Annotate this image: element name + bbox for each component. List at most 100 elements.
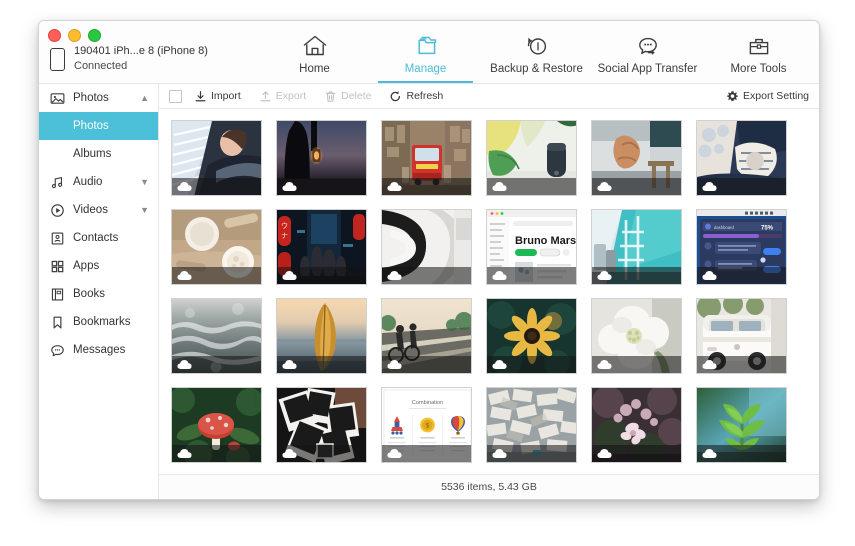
apps-icon bbox=[49, 258, 65, 274]
icloud-cloud-icon bbox=[387, 360, 402, 369]
tab-manage[interactable]: Manage bbox=[370, 27, 481, 83]
select-all-checkbox[interactable] bbox=[169, 89, 182, 103]
photo-thumbnail[interactable]: ウ ナ bbox=[276, 209, 367, 285]
tab-more-tools[interactable]: More Tools bbox=[703, 27, 814, 83]
chevron-down-icon: ▼ bbox=[140, 176, 149, 187]
sidebar-item-messages-label: Messages bbox=[73, 344, 126, 356]
refresh-button[interactable]: Refresh bbox=[389, 90, 443, 103]
photo-thumbnail[interactable] bbox=[381, 298, 472, 374]
svg-text:75%: 75% bbox=[761, 226, 774, 232]
photo-thumbnail[interactable] bbox=[591, 120, 682, 196]
photo-thumbnail[interactable] bbox=[696, 120, 787, 196]
icloud-cloud-icon bbox=[702, 360, 717, 369]
delete-button[interactable]: Delete bbox=[324, 90, 371, 103]
tab-social-app-transfer[interactable]: Social App Transfer bbox=[592, 27, 703, 83]
content-panel: Import Export Delete Refresh Export Sett… bbox=[159, 84, 819, 499]
sidebar-item-apps-label: Apps bbox=[73, 260, 100, 272]
sidebar-item-audio-label: Audio bbox=[73, 176, 103, 188]
photo-thumbnail[interactable] bbox=[276, 298, 367, 374]
photo-thumbnail[interactable] bbox=[381, 120, 472, 196]
photo-thumbnail[interactable] bbox=[276, 387, 367, 463]
trash-icon bbox=[324, 90, 337, 103]
icloud-cloud-icon bbox=[702, 271, 717, 280]
restore-icon bbox=[524, 33, 550, 59]
sidebar-item-photos-label: Photos bbox=[73, 120, 109, 132]
maximize-window-button[interactable] bbox=[88, 29, 101, 42]
photos-icon bbox=[49, 90, 65, 106]
chevron-down-icon: ▼ bbox=[140, 204, 149, 215]
icloud-cloud-icon bbox=[492, 360, 507, 369]
sidebar-item-books[interactable]: Books bbox=[39, 280, 158, 308]
tab-social-app-transfer-label: Social App Transfer bbox=[597, 63, 698, 75]
phone-icon bbox=[50, 47, 65, 71]
photo-thumbnail[interactable] bbox=[171, 209, 262, 285]
photo-thumbnail[interactable]: Combination $ bbox=[381, 387, 472, 463]
tab-backup-restore-label: Backup & Restore bbox=[490, 63, 583, 75]
folder-icon bbox=[413, 33, 439, 59]
application-window: 190401 iPh...e 8 (iPhone 8) Connected Ho… bbox=[38, 20, 820, 500]
photo-thumbnail[interactable] bbox=[591, 387, 682, 463]
photo-thumbnail[interactable] bbox=[696, 387, 787, 463]
contacts-icon bbox=[49, 230, 65, 246]
photo-thumbnail[interactable] bbox=[486, 120, 577, 196]
icloud-cloud-icon bbox=[177, 271, 192, 280]
export-setting-label: Export Setting bbox=[743, 90, 809, 102]
export-button-label: Export bbox=[275, 90, 307, 102]
icloud-cloud-icon bbox=[282, 449, 297, 458]
sidebar-item-contacts[interactable]: Contacts bbox=[39, 224, 158, 252]
photo-thumbnail[interactable] bbox=[696, 298, 787, 374]
tab-home[interactable]: Home bbox=[259, 27, 370, 83]
sidebar-item-bookmarks[interactable]: Bookmarks bbox=[39, 308, 158, 336]
photo-thumbnail[interactable] bbox=[171, 120, 262, 196]
export-icon bbox=[259, 90, 272, 103]
sidebar-item-audio[interactable]: Audio ▼ bbox=[39, 168, 158, 196]
vertical-scrollbar[interactable] bbox=[811, 109, 819, 474]
export-setting-button[interactable]: Export Setting bbox=[726, 90, 809, 103]
icloud-cloud-icon bbox=[177, 449, 192, 458]
photo-thumbnail[interactable] bbox=[171, 387, 262, 463]
icloud-cloud-icon bbox=[597, 360, 612, 369]
main-navigation: Home Manage Backup & Restore Social App … bbox=[259, 21, 819, 83]
device-name: 190401 iPh...e 8 (iPhone 8) bbox=[74, 44, 208, 57]
chat-transfer-icon bbox=[635, 33, 661, 59]
export-button[interactable]: Export bbox=[259, 90, 306, 103]
photo-thumbnail[interactable] bbox=[486, 387, 577, 463]
photo-thumbnail[interactable] bbox=[591, 298, 682, 374]
sidebar-item-photos[interactable]: Photos bbox=[39, 112, 158, 140]
icloud-cloud-icon bbox=[387, 449, 402, 458]
chevron-up-icon: ▲ bbox=[140, 92, 149, 103]
sidebar-item-photos-group[interactable]: Photos ▲ bbox=[39, 84, 158, 112]
icloud-cloud-icon bbox=[492, 182, 507, 191]
sidebar-item-videos[interactable]: Videos ▼ bbox=[39, 196, 158, 224]
photo-thumbnail[interactable] bbox=[381, 209, 472, 285]
title-bar: 190401 iPh...e 8 (iPhone 8) Connected Ho… bbox=[39, 21, 819, 84]
sidebar-item-apps[interactable]: Apps bbox=[39, 252, 158, 280]
photo-thumbnail[interactable]: dashboard 75% bbox=[696, 209, 787, 285]
photo-thumbnail[interactable] bbox=[591, 209, 682, 285]
sidebar-item-messages[interactable]: Messages bbox=[39, 336, 158, 364]
photo-grid: ウ ナ Bruno Mars dashboard 75% Combination… bbox=[159, 109, 819, 474]
action-toolbar: Import Export Delete Refresh Export Sett… bbox=[159, 84, 819, 109]
sidebar-item-albums[interactable]: Albums bbox=[39, 140, 158, 168]
videos-icon bbox=[49, 202, 65, 218]
close-window-button[interactable] bbox=[48, 29, 61, 42]
photo-thumbnail[interactable]: Bruno Mars bbox=[486, 209, 577, 285]
tab-backup-restore[interactable]: Backup & Restore bbox=[481, 27, 592, 83]
sidebar-item-videos-label: Videos bbox=[73, 204, 108, 216]
sidebar-item-albums-label: Albums bbox=[73, 148, 112, 160]
sidebar: Photos ▲ Photos Albums Audio ▼ Videos ▼ … bbox=[39, 84, 159, 499]
minimize-window-button[interactable] bbox=[68, 29, 81, 42]
sidebar-item-photos-group-label: Photos bbox=[73, 92, 109, 104]
icloud-cloud-icon bbox=[597, 182, 612, 191]
delete-button-label: Delete bbox=[341, 90, 372, 102]
photo-thumbnail[interactable] bbox=[486, 298, 577, 374]
import-button[interactable]: Import bbox=[194, 90, 241, 103]
photo-thumbnail[interactable] bbox=[276, 120, 367, 196]
photo-grid-scroll-area[interactable]: ウ ナ Bruno Mars dashboard 75% Combination… bbox=[159, 109, 819, 475]
sidebar-item-books-label: Books bbox=[73, 288, 105, 300]
window-controls bbox=[48, 29, 101, 42]
icloud-cloud-icon bbox=[492, 449, 507, 458]
icloud-cloud-icon bbox=[282, 182, 297, 191]
photo-thumbnail[interactable] bbox=[171, 298, 262, 374]
import-icon bbox=[194, 90, 207, 103]
